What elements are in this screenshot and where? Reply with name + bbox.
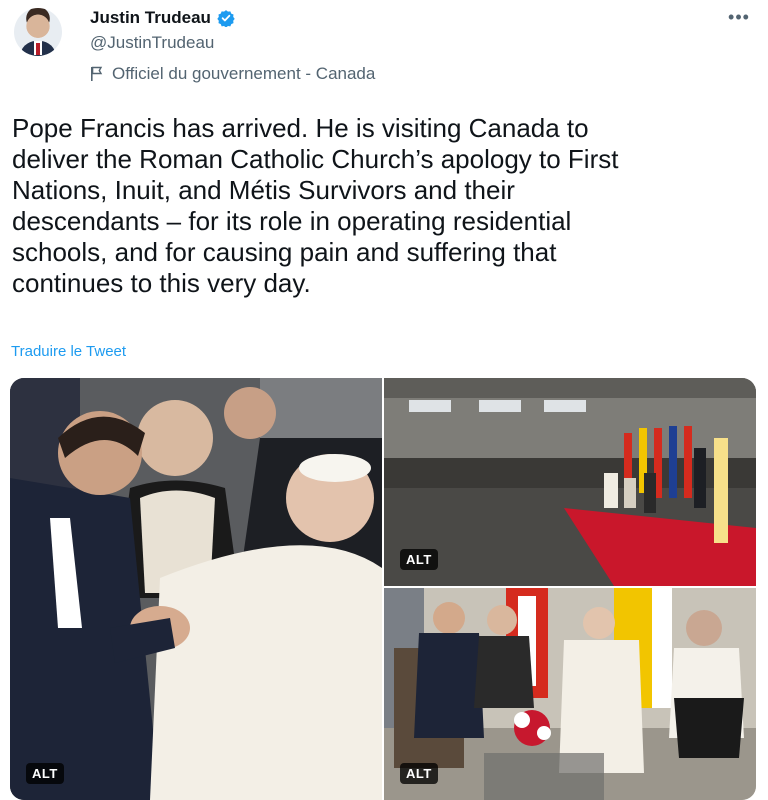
tweet-photo-3[interactable]: ALT (384, 588, 756, 800)
tweet-media-grid: ALT ALT ALT (10, 378, 756, 800)
photo-meeting-illustration (384, 588, 756, 800)
tweet-photo-2[interactable]: ALT (384, 378, 756, 586)
photo-hangar-illustration (384, 378, 756, 586)
alt-text-badge[interactable]: ALT (26, 763, 64, 784)
author-name-row: Justin Trudeau (90, 8, 235, 28)
translate-tweet-link[interactable]: Traduire le Tweet (11, 343, 126, 360)
account-label-text: Officiel du gouvernement - Canada (112, 64, 376, 83)
avatar-tie (36, 43, 40, 55)
alt-text-badge[interactable]: ALT (400, 763, 438, 784)
flag-icon (90, 66, 104, 82)
author-avatar[interactable] (14, 8, 62, 56)
photo-handshake-illustration (10, 378, 382, 800)
tweet-photo-1[interactable]: ALT (10, 378, 382, 800)
alt-text-badge[interactable]: ALT (400, 549, 438, 570)
tweet-text: Pope Francis has arrived. He is visiting… (12, 113, 619, 298)
author-handle[interactable]: @JustinTrudeau (90, 33, 214, 53)
more-options-button[interactable]: ••• (724, 6, 754, 28)
more-options-icon: ••• (728, 6, 750, 27)
verified-badge-icon (217, 9, 235, 28)
account-label: Officiel du gouvernement - Canada (90, 64, 375, 84)
tweet-header: Justin Trudeau @JustinTrudeau Officiel d… (0, 0, 768, 96)
author-display-name[interactable]: Justin Trudeau (90, 8, 211, 28)
